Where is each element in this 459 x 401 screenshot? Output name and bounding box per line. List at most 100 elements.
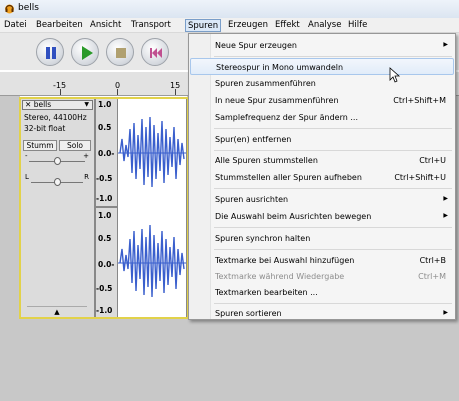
pan-left-label: L bbox=[25, 173, 29, 181]
ruler-tick bbox=[60, 89, 61, 95]
menu-item-label: Spuren ausrichten bbox=[215, 195, 289, 204]
menu-separator bbox=[214, 227, 452, 228]
audacity-app-icon bbox=[5, 4, 14, 14]
menu-datei[interactable]: Datei bbox=[2, 19, 29, 32]
gain-plus-label: + bbox=[83, 152, 89, 160]
menu-item-alle-spuren-stummstellen[interactable]: Alle Spuren stummstellen Ctrl+U bbox=[190, 152, 454, 169]
menu-item-label: Alle Spuren stummstellen bbox=[215, 156, 318, 165]
play-button[interactable] bbox=[71, 38, 99, 66]
menu-separator bbox=[214, 249, 452, 250]
solo-button[interactable]: Solo bbox=[59, 140, 91, 151]
menu-transport[interactable]: Transport bbox=[129, 19, 173, 32]
ruler-tick bbox=[117, 89, 118, 95]
pan-right-label: R bbox=[84, 173, 89, 181]
track-close-icon[interactable]: ✕ bbox=[25, 100, 31, 109]
menu-analyse[interactable]: Analyse bbox=[306, 19, 343, 32]
menu-item-spuren-zusammenfuehren[interactable]: Spuren zusammenführen bbox=[190, 75, 454, 92]
menu-item-auswahl-beim-ausrichten[interactable]: Die Auswahl beim Ausrichten bewegen ▶ bbox=[190, 208, 454, 225]
menu-ansicht[interactable]: Ansicht bbox=[88, 19, 123, 32]
scale-label: 1.0 bbox=[98, 211, 112, 220]
menu-item-label: Stereospur in Mono umwandeln bbox=[216, 63, 344, 72]
menu-item-label: Spuren zusammenführen bbox=[215, 79, 316, 88]
menu-item-label: Textmarke während Wiedergabe bbox=[215, 272, 345, 281]
spuren-dropdown-menu: Neue Spur erzeugen ▶ Stereospur in Mono … bbox=[188, 33, 456, 320]
waveform-graphic bbox=[118, 99, 186, 317]
menu-item-label: Neue Spur erzeugen bbox=[215, 41, 297, 50]
mouse-pointer-icon bbox=[389, 67, 401, 83]
submenu-arrow-icon: ▶ bbox=[443, 212, 448, 219]
scale-label: -0.5 bbox=[96, 284, 113, 293]
menu-separator bbox=[214, 56, 452, 57]
menu-spuren[interactable]: Spuren bbox=[185, 19, 222, 32]
menu-separator bbox=[214, 128, 452, 129]
menu-item-spuren-entfernen[interactable]: Spur(en) entfernen bbox=[190, 131, 454, 148]
menu-item-label: Textmarken bearbeiten ... bbox=[215, 288, 318, 297]
menu-effekt[interactable]: Effekt bbox=[273, 19, 302, 32]
amplitude-scale: 1.0 0.5 0.0- -0.5 -1.0 1.0 0.5 0.0- -0.5… bbox=[95, 98, 118, 318]
mute-button[interactable]: Stumm bbox=[23, 140, 57, 151]
menu-item-spuren-synchron-halten[interactable]: Spuren synchron halten bbox=[190, 230, 454, 247]
skip-to-start-icon bbox=[150, 48, 162, 58]
track-control-panel[interactable]: ✕ bells ▼ Stereo, 44100Hz 32-bit float S… bbox=[20, 98, 95, 318]
stop-button[interactable] bbox=[106, 38, 134, 66]
track-name: bells bbox=[33, 100, 52, 109]
menu-item-spuren-sortieren[interactable]: Spuren sortieren ▶ bbox=[190, 305, 454, 322]
scale-label: 0.0- bbox=[98, 149, 115, 158]
menu-erzeugen[interactable]: Erzeugen bbox=[226, 19, 270, 32]
menu-item-shortcut: Ctrl+Shift+U bbox=[394, 173, 446, 182]
pause-button[interactable] bbox=[36, 38, 64, 66]
menu-item-label: Spuren synchron halten bbox=[215, 234, 311, 243]
menu-item-label: Samplefrequenz der Spur ändern ... bbox=[215, 113, 358, 122]
menu-item-textmarken-bearbeiten[interactable]: Textmarken bearbeiten ... bbox=[190, 284, 454, 301]
menu-item-neue-spur-erzeugen[interactable]: Neue Spur erzeugen ▶ bbox=[190, 37, 454, 54]
scale-label: 1.0 bbox=[98, 100, 112, 109]
menu-bar: Datei Bearbeiten Ansicht Transport Spure… bbox=[0, 18, 459, 33]
gain-slider[interactable]: - + bbox=[25, 152, 89, 166]
track-area-empty-bottom[interactable] bbox=[20, 319, 459, 401]
scale-label: 0.5 bbox=[98, 234, 112, 243]
waveform-display[interactable] bbox=[117, 98, 187, 318]
track-left-margin bbox=[0, 96, 20, 401]
scale-label: 0.0- bbox=[98, 260, 115, 269]
collapse-track-button[interactable]: ▲ bbox=[27, 306, 87, 316]
scale-label: -1.0 bbox=[96, 306, 113, 315]
menu-item-shortcut: Ctrl+M bbox=[418, 272, 446, 281]
track-name-dropdown[interactable]: ✕ bells ▼ bbox=[22, 100, 93, 110]
pan-slider[interactable]: L R bbox=[25, 173, 89, 187]
submenu-arrow-icon: ▶ bbox=[443, 41, 448, 48]
menu-separator bbox=[214, 150, 452, 151]
menu-item-label: Spur(en) entfernen bbox=[215, 135, 292, 144]
menu-bearbeiten[interactable]: Bearbeiten bbox=[34, 19, 85, 32]
menu-item-samplefrequenz-aendern[interactable]: Samplefrequenz der Spur ändern ... bbox=[190, 109, 454, 126]
menu-item-shortcut: Ctrl+U bbox=[419, 156, 446, 165]
play-icon bbox=[82, 46, 93, 60]
menu-item-textmarke-wiedergabe: Textmarke während Wiedergabe Ctrl+M bbox=[190, 268, 454, 285]
menu-item-spuren-ausrichten[interactable]: Spuren ausrichten ▶ bbox=[190, 191, 454, 208]
skip-to-start-button[interactable] bbox=[141, 38, 169, 66]
menu-item-stereospur-in-mono[interactable]: Stereospur in Mono umwandeln bbox=[190, 58, 454, 75]
scale-label: 0.5 bbox=[98, 123, 112, 132]
menu-item-label: Textmarke bei Auswahl hinzufügen bbox=[215, 256, 355, 265]
ruler-tick bbox=[175, 89, 176, 95]
menu-item-label: Stummstellen aller Spuren aufheben bbox=[215, 173, 362, 182]
menu-item-label: In neue Spur zusammenführen bbox=[215, 96, 339, 105]
menu-item-shortcut: Ctrl+B bbox=[419, 256, 446, 265]
track-format-bits: 32-bit float bbox=[24, 124, 66, 133]
scale-label: -1.0 bbox=[96, 194, 113, 203]
scale-label: -0.5 bbox=[96, 174, 113, 183]
menu-item-in-neue-spur-zusammenfuehren[interactable]: In neue Spur zusammenführen Ctrl+Shift+M bbox=[190, 92, 454, 109]
submenu-arrow-icon: ▶ bbox=[443, 309, 448, 316]
stop-icon bbox=[116, 48, 126, 58]
menu-item-stummstellen-aufheben[interactable]: Stummstellen aller Spuren aufheben Ctrl+… bbox=[190, 169, 454, 186]
menu-item-label: Die Auswahl beim Ausrichten bewegen bbox=[215, 212, 372, 221]
pan-slider-thumb[interactable] bbox=[54, 178, 61, 186]
pause-icon bbox=[46, 47, 56, 59]
menu-separator bbox=[214, 303, 452, 304]
window-title: bells bbox=[18, 3, 39, 13]
menu-hilfe[interactable]: Hilfe bbox=[346, 19, 369, 32]
gain-slider-thumb[interactable] bbox=[54, 157, 61, 165]
title-bar: bells bbox=[0, 0, 459, 18]
menu-item-shortcut: Ctrl+Shift+M bbox=[393, 96, 446, 105]
menu-item-textmarke-hinzufuegen[interactable]: Textmarke bei Auswahl hinzufügen Ctrl+B bbox=[190, 252, 454, 269]
menu-separator bbox=[214, 188, 452, 189]
